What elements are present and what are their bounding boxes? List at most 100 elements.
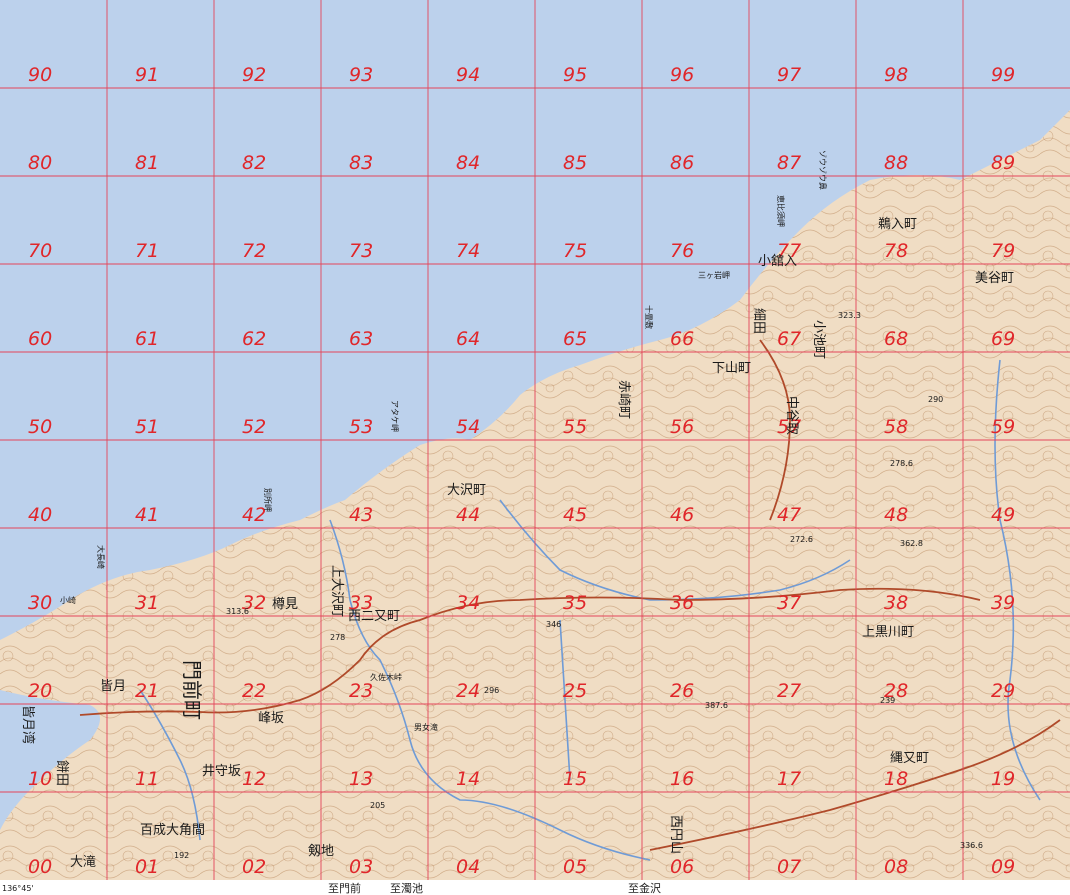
place-label: 峰坂 — [258, 711, 284, 726]
place-label: 男女滝 — [414, 722, 438, 732]
grid-cell-label: 30 — [28, 592, 52, 614]
grid-cell-label: 69 — [991, 328, 1015, 350]
spot-height: 272.6 — [790, 535, 813, 544]
grid-cell-label: 05 — [563, 856, 587, 878]
grid-cell-label: 73 — [349, 240, 373, 262]
spot-height: 387.6 — [705, 701, 728, 710]
place-label: 十畳敷 — [644, 305, 654, 329]
destination-label: 至濁池 — [390, 882, 423, 895]
grid-cell-label: 84 — [456, 152, 480, 174]
grid-cell-label: 17 — [777, 768, 801, 790]
place-label: 恵比須岬 — [776, 195, 786, 227]
spot-height: 239 — [880, 696, 895, 705]
grid-cell-label: 01 — [135, 856, 159, 878]
grid-cell-label: 55 — [563, 416, 587, 438]
grid-cell-label: 99 — [991, 64, 1015, 86]
grid-cell-label: 54 — [456, 416, 480, 438]
grid-cell-label: 39 — [991, 592, 1015, 614]
place-label: 皆月湾 — [20, 705, 36, 744]
grid-cell-label: 66 — [670, 328, 694, 350]
grid-cell-label: 19 — [991, 768, 1015, 790]
grid-cell-label: 09 — [991, 856, 1015, 878]
grid-cell-label: 65 — [563, 328, 587, 350]
grid-cell-label: 64 — [456, 328, 480, 350]
grid-cell-label: 36 — [670, 592, 694, 614]
grid-cell-label: 83 — [349, 152, 373, 174]
place-label: 細田 — [751, 308, 766, 334]
grid-cell-label: 91 — [135, 64, 159, 86]
grid-cell-label: 61 — [135, 328, 159, 350]
grid-cell-label: 25 — [563, 680, 587, 702]
grid-cell-label: 80 — [28, 152, 52, 174]
place-label: 百成大角間 — [140, 823, 205, 838]
grid-cell-label: 02 — [242, 856, 266, 878]
grid-cell-label: 97 — [777, 64, 801, 86]
grid-cell-label: 88 — [884, 152, 908, 174]
place-label: 樽見 — [272, 596, 298, 612]
place-label: 小舘入 — [758, 253, 797, 269]
grid-cell-label: 74 — [456, 240, 480, 262]
grid-cell-label: 79 — [991, 240, 1015, 262]
place-label: 大滝 — [70, 855, 96, 870]
grid-cell-label: 37 — [777, 592, 801, 614]
grid-cell-label: 40 — [28, 504, 52, 526]
grid-cell-label: 44 — [456, 504, 480, 526]
place-label: アタケ岬 — [390, 400, 399, 432]
grid-cell-label: 00 — [28, 856, 52, 878]
place-label: 上大沢町 — [329, 565, 344, 617]
place-label: 久佐木峠 — [370, 672, 402, 682]
grid-cell-label: 56 — [670, 416, 694, 438]
grid-cell-label: 75 — [563, 240, 587, 262]
destination-label: 至金沢 — [628, 881, 661, 895]
grid-cell-label: 10 — [28, 768, 52, 790]
grid-cell-label: 68 — [884, 328, 908, 350]
grid-cell-label: 49 — [991, 504, 1015, 526]
grid-cell-label: 53 — [349, 416, 373, 438]
grid-cell-label: 38 — [884, 592, 908, 614]
place-label: 餅田 — [54, 760, 69, 786]
grid-cell-label: 87 — [777, 152, 801, 174]
grid-cell-label: 35 — [563, 592, 587, 614]
grid-cell-label: 71 — [135, 240, 159, 262]
grid-cell-label: 14 — [456, 768, 480, 790]
grid-cell-label: 13 — [349, 768, 373, 790]
grid-cell-label: 24 — [456, 680, 480, 702]
grid-cell-label: 20 — [28, 680, 52, 702]
place-label: 中谷取 — [784, 396, 799, 435]
place-label: 小池町 — [811, 320, 826, 359]
spot-height: 205 — [370, 801, 385, 810]
place-label: 鵜入町 — [878, 217, 917, 232]
grid-cell-label: 21 — [135, 680, 159, 702]
place-label: 西円山 — [668, 815, 683, 854]
grid-cell-label: 31 — [135, 592, 159, 614]
grid-cell-label: 48 — [884, 504, 908, 526]
grid-cell-label: 93 — [349, 64, 373, 86]
corner-coordinate: 136°45' — [2, 884, 34, 893]
grid-cell-label: 52 — [242, 416, 266, 438]
spot-height: 362.8 — [900, 539, 923, 548]
grid-cell-label: 47 — [777, 504, 801, 526]
spot-height: 336.6 — [960, 841, 983, 850]
grid-cell-label: 72 — [242, 240, 266, 262]
grid-cell-label: 08 — [884, 856, 908, 878]
spot-height: 313.6 — [226, 607, 249, 616]
place-label: 下山町 — [712, 361, 751, 376]
grid-cell-label: 15 — [563, 768, 587, 790]
grid-cell-label: 11 — [135, 768, 159, 790]
place-label: 三ヶ岩岬 — [698, 270, 730, 280]
grid-cell-label: 98 — [884, 64, 908, 86]
grid-cell-label: 06 — [670, 856, 694, 878]
place-label: 井守坂 — [202, 764, 241, 779]
grid-cell-label: 27 — [777, 680, 801, 702]
grid-cell-label: 82 — [242, 152, 266, 174]
grid-cell-label: 58 — [884, 416, 908, 438]
grid-cell-label: 60 — [28, 328, 52, 350]
place-label: 小崎 — [60, 595, 76, 605]
grid-cell-label: 23 — [349, 680, 373, 702]
grid-cell-label: 34 — [456, 592, 480, 614]
place-label: 剱地 — [308, 844, 334, 859]
grid-cell-label: 59 — [991, 416, 1015, 438]
spot-height: 290 — [928, 395, 943, 404]
spot-height: 192 — [174, 851, 189, 860]
topographic-map: 90 91 92 93 94 95 96 97 98 99 80 81 82 83 84 85 86 87 88 89… — [0, 0, 1070, 895]
